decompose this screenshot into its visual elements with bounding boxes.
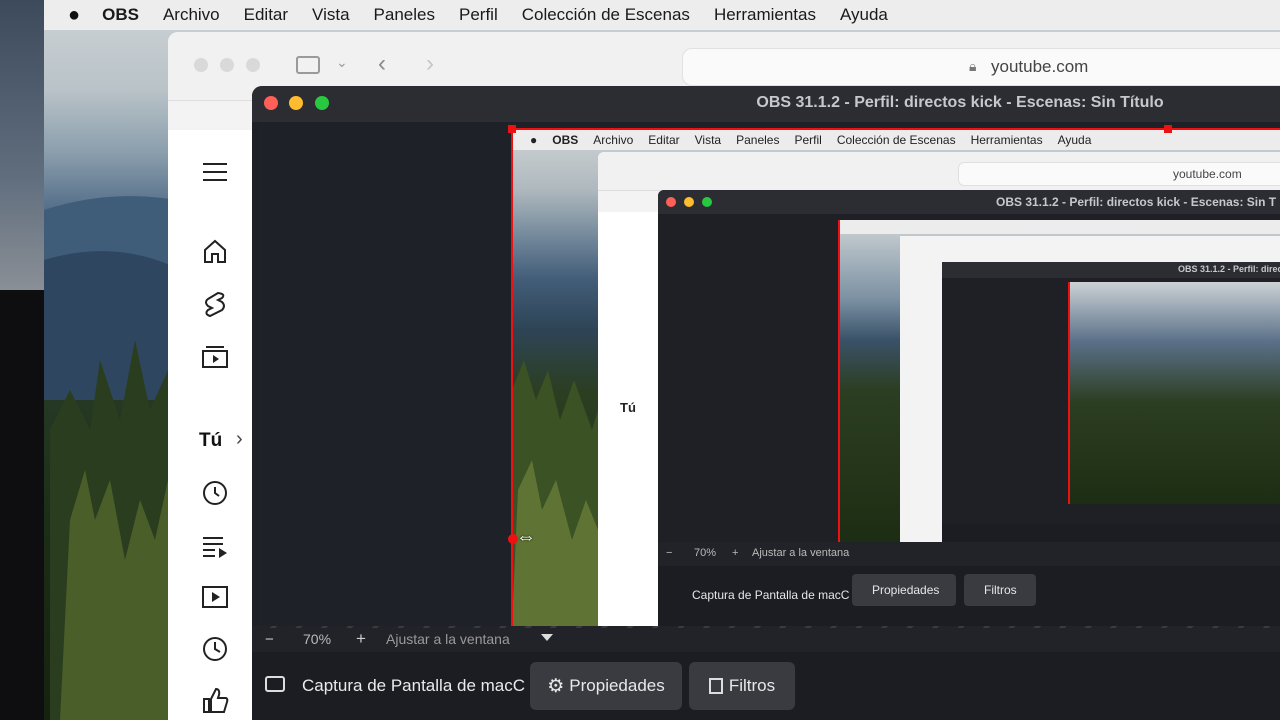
nested-fit-label: Ajustar a la ventana bbox=[752, 547, 850, 559]
nested-you-label: Tú bbox=[620, 400, 636, 415]
nested-filters: Filtros bbox=[984, 583, 1017, 597]
properties-button[interactable]: ⚙ Propiedades bbox=[530, 662, 682, 710]
filters-label: Filtros bbox=[728, 676, 776, 695]
watch-later-icon[interactable] bbox=[199, 633, 231, 665]
window-thumbnail bbox=[0, 0, 44, 290]
menu-paneles[interactable]: Paneles bbox=[374, 5, 435, 25]
url-text: youtube.com bbox=[991, 57, 1089, 76]
home-icon[interactable] bbox=[199, 235, 231, 267]
nested-menu-paneles: Paneles bbox=[736, 133, 780, 147]
nested-menu-perfil: Perfil bbox=[794, 133, 822, 147]
nested-menu-vista: Vista bbox=[694, 133, 722, 147]
close-button[interactable] bbox=[264, 96, 278, 110]
menu-app-obs[interactable]: OBS bbox=[102, 5, 139, 25]
display-capture-icon bbox=[265, 676, 285, 692]
fit-dropdown-arrow-icon[interactable] bbox=[541, 634, 553, 641]
subscriptions-icon[interactable] bbox=[199, 340, 231, 372]
youtube-sidebar bbox=[168, 130, 252, 720]
fit-to-window-option[interactable]: Ajustar a la ventana bbox=[386, 631, 510, 647]
hamburger-menu-icon[interactable] bbox=[199, 156, 231, 188]
zoom-controls: − 70% + Ajustar a la ventana bbox=[252, 628, 1280, 650]
sidebar-toggle-icon[interactable] bbox=[296, 56, 320, 74]
nested2-obs-title: OBS 31.1.2 - Perfil: direc bbox=[1178, 264, 1280, 274]
nested-menubar: ● OBS Archivo Editar Vista Paneles Perfi… bbox=[512, 130, 1280, 150]
properties-label: Propiedades bbox=[569, 676, 665, 695]
menu-editar[interactable]: Editar bbox=[244, 5, 288, 25]
menu-perfil[interactable]: Perfil bbox=[459, 5, 498, 25]
chevron-down-icon[interactable]: ⌄ bbox=[336, 54, 348, 71]
menu-ayuda[interactable]: Ayuda bbox=[840, 5, 888, 25]
nested-source-name: Captura de Pantalla de macC bbox=[692, 588, 850, 602]
resize-handle-top[interactable] bbox=[1164, 125, 1172, 133]
liked-videos-icon[interactable] bbox=[199, 684, 231, 716]
chevron-right-icon[interactable]: › bbox=[236, 428, 243, 451]
obs-window-title: OBS 31.1.2 - Perfil: directos kick - Esc… bbox=[756, 94, 1164, 111]
gear-icon: ⚙ bbox=[547, 675, 565, 697]
your-videos-icon[interactable] bbox=[199, 581, 231, 613]
menubar: ● OBS Archivo Editar Vista Paneles Perfi… bbox=[44, 0, 1280, 30]
zoom-button-inactive[interactable] bbox=[246, 58, 260, 72]
nested-menu-herramientas: Herramientas bbox=[970, 133, 1043, 147]
nested-menu-archivo: Archivo bbox=[593, 133, 634, 147]
minimize-button-inactive[interactable] bbox=[220, 58, 234, 72]
zoom-in-button[interactable]: + bbox=[356, 629, 366, 649]
nested-apple-icon: ● bbox=[530, 133, 538, 147]
menu-vista[interactable]: Vista bbox=[312, 5, 350, 25]
minimize-button[interactable] bbox=[289, 96, 303, 110]
resize-handle-top-left[interactable] bbox=[508, 125, 516, 133]
filter-icon bbox=[708, 678, 723, 694]
selection-border-left bbox=[511, 128, 513, 626]
resize-cursor-icon: ⇔ bbox=[516, 526, 536, 548]
you-label[interactable]: Tú bbox=[199, 430, 222, 452]
nested-zoom-minus: − bbox=[666, 547, 673, 559]
nested-menu-ayuda: Ayuda bbox=[1057, 133, 1092, 147]
nested-menu-app: OBS bbox=[552, 133, 579, 147]
preview-capture[interactable]: ● OBS Archivo Editar Vista Paneles Perfi… bbox=[512, 130, 1280, 626]
zoom-button[interactable] bbox=[315, 96, 329, 110]
apple-logo-icon[interactable]: ● bbox=[68, 4, 80, 27]
close-button-inactive[interactable] bbox=[194, 58, 208, 72]
forward-icon[interactable]: › bbox=[426, 50, 434, 78]
lock-icon: 🔒︎ bbox=[969, 58, 977, 74]
zoom-out-button[interactable]: − bbox=[265, 631, 274, 648]
address-bar[interactable]: 🔒︎ youtube.com bbox=[682, 48, 1280, 86]
filters-button[interactable]: Filtros bbox=[689, 662, 795, 710]
menu-archivo[interactable]: Archivo bbox=[163, 5, 220, 25]
nested-menu-coleccion: Colección de Escenas bbox=[836, 133, 956, 147]
nested-zoom-plus: + bbox=[732, 547, 739, 559]
menu-herramientas[interactable]: Herramientas bbox=[714, 5, 816, 25]
menu-coleccion-escenas[interactable]: Colección de Escenas bbox=[522, 5, 690, 25]
history-icon[interactable] bbox=[199, 477, 231, 509]
playlists-icon[interactable] bbox=[199, 530, 231, 562]
nested-properties: Propiedades bbox=[872, 583, 940, 597]
shorts-icon[interactable] bbox=[199, 288, 231, 320]
nested-zoom-value: 70% bbox=[694, 547, 717, 559]
back-icon[interactable]: ‹ bbox=[378, 50, 386, 78]
nested-obs: OBS 31.1.2 - Perfil: directos kick - Esc… bbox=[658, 190, 1280, 626]
zoom-value: 70% bbox=[303, 631, 332, 647]
source-name: Captura de Pantalla de macC bbox=[302, 676, 526, 695]
nested-obs-title: OBS 31.1.2 - Perfil: directos kick - Esc… bbox=[996, 195, 1277, 209]
nested-url: youtube.com bbox=[1173, 167, 1242, 181]
nested-menu-editar: Editar bbox=[648, 133, 680, 147]
